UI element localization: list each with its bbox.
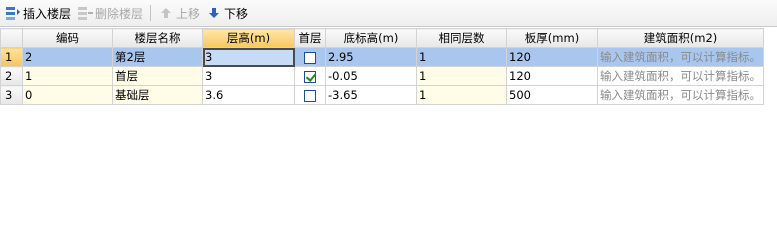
first-floor-checkbox[interactable] [304, 70, 316, 83]
column-header-building-area[interactable]: 建筑面积(m2) [597, 28, 764, 48]
move-up-button[interactable]: 上移 [155, 2, 203, 24]
delete-floor-icon [77, 5, 94, 21]
column-header-floor-height[interactable]: 层高(m) [202, 28, 295, 48]
arrow-up-icon [158, 5, 174, 21]
column-header-slab-thickness[interactable]: 板厚(mm) [506, 28, 598, 48]
column-header-base-elevation[interactable]: 底标高(m) [325, 28, 417, 48]
first-floor-cell[interactable] [294, 66, 326, 86]
column-header-floor-name[interactable]: 楼层名称 [112, 28, 203, 48]
first-floor-checkbox[interactable] [304, 89, 316, 102]
floor-height-cell[interactable]: 3 [202, 47, 295, 67]
toolbar-separator [150, 5, 152, 21]
first-floor-cell[interactable] [294, 85, 326, 105]
slab-thickness-cell[interactable]: 120 [506, 66, 598, 86]
insert-floor-icon [5, 5, 21, 21]
move-down-button[interactable]: 下移 [203, 2, 251, 24]
table-row[interactable]: 2 1 首层 3 -0.05 1 120 输入建筑面积，可以计算指标。 [0, 66, 764, 86]
first-floor-checkbox[interactable] [304, 51, 316, 64]
floor-name-cell[interactable]: 首层 [112, 66, 203, 86]
row-number[interactable]: 1 [0, 47, 23, 67]
delete-floor-label: 删除楼层 [95, 6, 144, 21]
code-cell[interactable]: 0 [22, 85, 113, 105]
column-header-same-floors[interactable]: 相同层数 [416, 28, 507, 48]
move-up-label: 上移 [176, 6, 201, 21]
table-header-row: 编码 楼层名称 层高(m) 首层 底标高(m) 相同层数 板厚(mm) 建筑面积… [0, 28, 764, 48]
arrow-down-icon [206, 5, 222, 21]
table-row[interactable]: 1 2 第2层 3 2.95 1 120 输入建筑面积，可以计算指标。 [0, 47, 764, 67]
code-cell[interactable]: 2 [22, 47, 113, 67]
building-area-cell[interactable]: 输入建筑面积，可以计算指标。 [597, 66, 764, 86]
floor-name-cell[interactable]: 第2层 [112, 47, 203, 67]
floor-height-cell[interactable]: 3.6 [202, 85, 295, 105]
insert-floor-label: 插入楼层 [23, 6, 72, 21]
base-elevation-cell: -0.05 [325, 66, 417, 86]
delete-floor-button[interactable]: 删除楼层 [74, 2, 146, 24]
base-elevation-cell: -3.65 [325, 85, 417, 105]
floor-name-cell[interactable]: 基础层 [112, 85, 203, 105]
slab-thickness-cell[interactable]: 500 [506, 85, 598, 105]
first-floor-cell[interactable] [294, 47, 326, 67]
column-header-code[interactable]: 编码 [22, 28, 113, 48]
same-floors-cell[interactable]: 1 [416, 66, 507, 86]
slab-thickness-cell[interactable]: 120 [506, 47, 598, 67]
base-elevation-cell: 2.95 [325, 47, 417, 67]
row-number[interactable]: 3 [0, 85, 23, 105]
insert-floor-button[interactable]: 插入楼层 [2, 2, 74, 24]
code-cell[interactable]: 1 [22, 66, 113, 86]
toolbar: 插入楼层 删除楼层 上移 下移 [0, 0, 777, 27]
floor-height-cell[interactable]: 3 [202, 66, 295, 86]
table-row[interactable]: 3 0 基础层 3.6 -3.65 1 500 输入建筑面积，可以计算指标。 [0, 85, 764, 105]
same-floors-cell[interactable]: 1 [416, 47, 507, 67]
same-floors-cell[interactable]: 1 [416, 85, 507, 105]
move-down-label: 下移 [224, 6, 249, 21]
building-area-cell[interactable]: 输入建筑面积，可以计算指标。 [597, 47, 764, 67]
building-area-cell[interactable]: 输入建筑面积，可以计算指标。 [597, 85, 764, 105]
row-number[interactable]: 2 [0, 66, 23, 86]
column-header-first-floor[interactable]: 首层 [294, 28, 326, 48]
floor-table: 编码 楼层名称 层高(m) 首层 底标高(m) 相同层数 板厚(mm) 建筑面积… [0, 28, 764, 105]
corner-header[interactable] [0, 28, 23, 48]
